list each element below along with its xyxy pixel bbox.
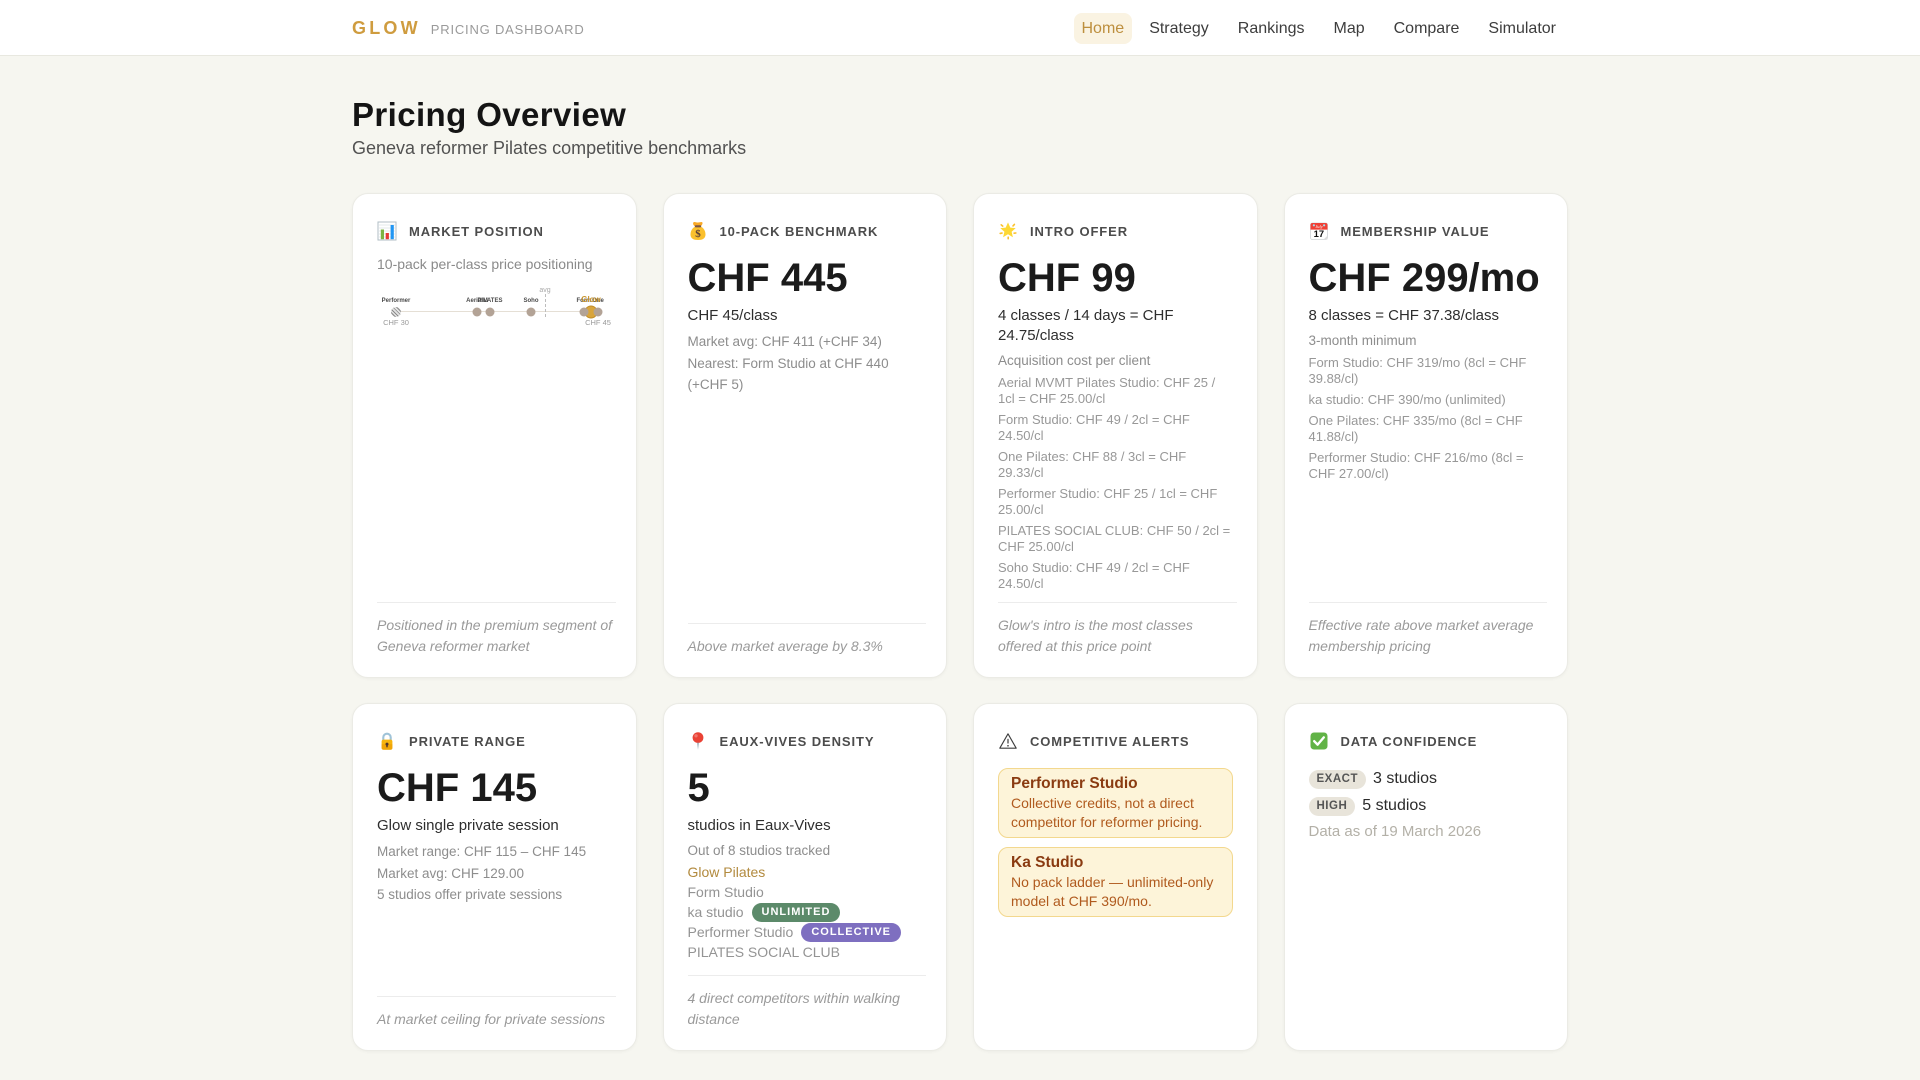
svg-text:$: $ (695, 228, 701, 240)
svg-text:17: 17 (1313, 228, 1323, 239)
